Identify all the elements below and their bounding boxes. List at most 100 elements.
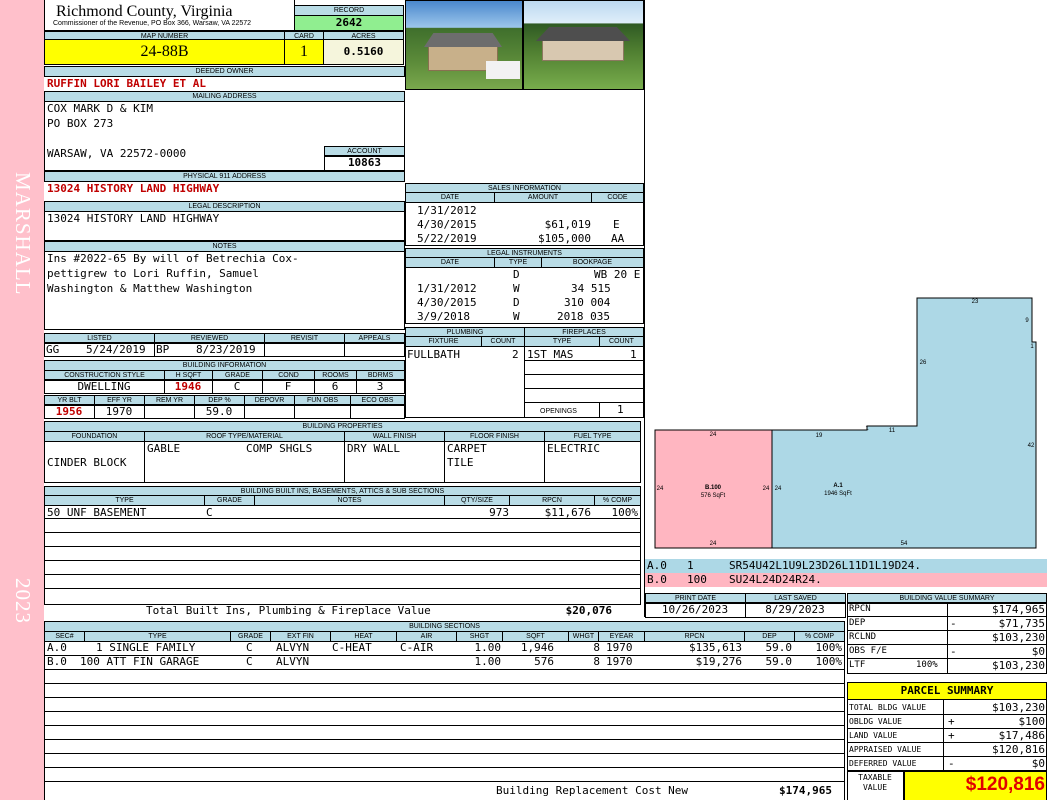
sec-a-type: 1 SINGLE FAMILY <box>96 641 196 654</box>
sec-b-grade: C <box>246 655 253 668</box>
li-4-date: 3/9/2018 <box>417 310 470 323</box>
sketch-section-a <box>771 297 1037 549</box>
bi-bdrms: 3 <box>376 380 384 393</box>
sec-a-dep: 59.0 <box>765 641 793 654</box>
map-number-value: 24-88B <box>44 39 285 65</box>
bi-cond: F <box>284 380 292 393</box>
sale-1-date: 1/31/2012 <box>417 204 477 217</box>
openings-value: 1 <box>617 403 624 416</box>
bi-effyr: 1970 <box>105 405 133 418</box>
brcn-value: $174,965 <box>779 784 832 797</box>
sec-a-grade: C <box>246 641 253 654</box>
sec-a-rpcn: $135,613 <box>689 641 742 654</box>
sale-2-code: E <box>613 218 620 231</box>
ps-total-value: $103,230 <box>992 701 1045 714</box>
ps-appraised-value: $120,816 <box>992 743 1045 756</box>
bvs-obs-label: OBS F/E <box>849 646 887 656</box>
dim-24e: 24 <box>710 541 717 547</box>
bvs-obs-value: $0 <box>1031 645 1045 658</box>
sale-3-date: 5/22/2019 <box>417 232 477 245</box>
sec-a-air: C-AIR <box>400 641 434 654</box>
props-found: CINDER BLOCK <box>47 456 127 469</box>
ps-land-value: $17,486 <box>998 729 1045 742</box>
listed-by: GG <box>46 343 60 356</box>
taxable-label-1: TAXABLE <box>858 773 892 782</box>
owner-header: DEEDED OWNER <box>44 66 405 77</box>
plumbing-count: 2 <box>512 348 519 361</box>
sec-b-shgt: 1.00 <box>474 655 502 668</box>
bvs-rpcn-label: RPCN <box>849 604 871 614</box>
li-2-bookpage: 34 515 <box>571 282 611 295</box>
sec-a-heat: C-HEAT <box>332 641 372 654</box>
bvs-rpcn-value: $174,965 <box>992 603 1045 616</box>
dim-54: 54 <box>901 541 908 547</box>
sec-a-shgt: 1.00 <box>474 641 502 654</box>
props-floor-1: CARPET <box>447 442 487 455</box>
sale-3-amount: $105,000 <box>538 232 591 245</box>
bvs-ltf-pct: 100% <box>916 660 938 670</box>
mailing-line1: COX MARK D & KIM <box>47 102 153 115</box>
props-roof-type: GABLE <box>147 442 181 455</box>
li-3-type: D <box>513 296 520 309</box>
bt-row-comp: 100% <box>611 506 639 519</box>
acres-value: 0.5160 <box>323 39 404 65</box>
owner-value: RUFFIN LORI BAILEY ET AL <box>47 77 206 90</box>
sec-b-eyear: 1970 <box>606 655 633 668</box>
taxable-label-2: VALUE <box>862 783 888 792</box>
li-1-type: D <box>513 268 520 281</box>
sec-b-whgt: 8 <box>593 655 600 668</box>
fireplace-type: 1ST MAS <box>527 348 574 361</box>
dim-23: 23 <box>972 299 979 305</box>
sale-2-amount: $61,019 <box>544 218 591 231</box>
bt-row-rpcn: $11,676 <box>544 506 591 519</box>
floor-plan-sketch: 23 9 1 26 42 19 11 1 24 24 24 24 24 54 B… <box>654 297 1037 549</box>
props-roof-mat: COMP SHGLS <box>246 442 313 455</box>
sale-3-code: AA <box>611 232 625 245</box>
dim-24a: 24 <box>710 432 717 438</box>
dim-24b: 24 <box>657 486 664 492</box>
bt-row-grade: C <box>206 506 213 519</box>
bi-grade: C <box>233 380 241 393</box>
sec-b-comp: 100% <box>815 655 843 668</box>
sketch-a-sqft: 1946 SqFt <box>824 491 852 497</box>
bvs-ltf-label: LTF <box>849 660 866 670</box>
sec-a-extfin: ALVYN <box>276 641 310 654</box>
li-2-date: 1/31/2012 <box>417 282 477 295</box>
side-owner: MARSHALL <box>11 172 35 296</box>
props-floor-2: TILE <box>447 456 474 469</box>
bt-row-qty: 973 <box>489 506 509 519</box>
ps-land-label: LAND VALUE <box>849 731 898 740</box>
sketch-code-a-sec: A.0 <box>647 559 667 572</box>
notes-line1: Ins #2022-65 By will of Betrechia Cox- <box>47 252 299 265</box>
li-3-date: 4/30/2015 <box>417 296 477 309</box>
ps-obldg-value: $100 <box>1018 715 1046 728</box>
sec-b-dep: 59.0 <box>765 655 793 668</box>
dim-11: 11 <box>889 428 896 434</box>
sec-a-sqft: 1,946 <box>520 641 554 654</box>
props-fuel: ELECTRIC <box>547 442 600 455</box>
print-date: 10/26/2023 <box>661 603 729 616</box>
mailing-line3: WARSAW, VA 22572-0000 <box>47 147 187 160</box>
dim-42: 42 <box>1028 443 1035 449</box>
sketch-a-label: A.1 <box>833 483 843 489</box>
sec-a-num: A.0 <box>47 641 67 654</box>
notes-line3: Washington & Matthew Washington <box>47 282 253 295</box>
sec-b-num: B.0 <box>47 655 67 668</box>
sketch-code-a-num: 1 <box>687 559 694 572</box>
builtins-total: $20,076 <box>565 604 612 617</box>
sec-b-sqft: 576 <box>534 655 554 668</box>
bvs-ltf-value: $103,230 <box>992 659 1045 672</box>
last-saved-date: 8/29/2023 <box>765 603 825 616</box>
mailing-line2: PO BOX 273 <box>47 117 114 130</box>
sale-2-date: 4/30/2015 <box>417 218 477 231</box>
sec-a-comp: 100% <box>815 641 843 654</box>
openings-label: OPENINGS <box>540 408 577 415</box>
record-value: 2642 <box>294 15 404 31</box>
legal-value: 13024 HISTORY LAND HIGHWAY <box>47 212 220 225</box>
props-wall: DRY WALL <box>347 442 400 455</box>
bi-hsqft: 1946 <box>174 380 202 393</box>
bi-dep: 59.0 <box>205 405 233 418</box>
bvs-dep-value: $71,735 <box>998 617 1045 630</box>
ps-obldg-label: OBLDG VALUE <box>849 717 902 726</box>
sketch-code-b-sec: B.0 <box>647 573 667 586</box>
